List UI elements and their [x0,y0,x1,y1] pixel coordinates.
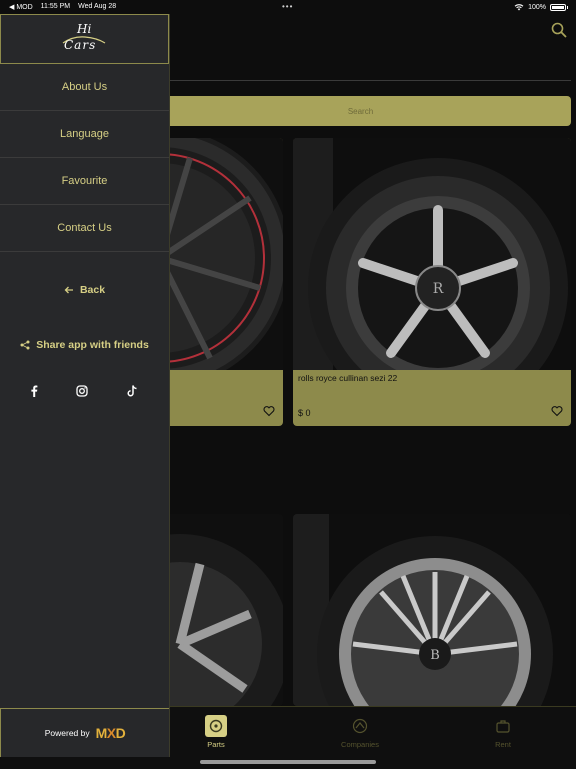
back-label: Back [79,284,106,296]
powered-by-label: Powered by [44,728,90,738]
search-icon[interactable] [551,22,567,38]
side-drawer: Hi Cars About Us Language Favourite Cont… [0,14,170,757]
multitask-dots[interactable]: ••• [282,2,293,11]
menu-label: About Us [61,81,108,93]
menu-language[interactable]: Language [0,111,169,158]
product-card[interactable]: B [293,514,571,706]
menu-label: Contact Us [57,222,112,234]
favourite-heart-icon[interactable] [263,405,275,417]
search-placeholder: Search [347,106,374,116]
battery-percent: 100% [528,3,546,11]
svg-text:R: R [433,281,444,297]
svg-text:B: B [430,648,440,663]
product-price: $ 0 [298,408,311,418]
wifi-icon [514,4,524,11]
menu-about-us[interactable]: About Us [0,64,169,111]
app-logo: Hi Cars [0,14,169,64]
menu-label: Language [60,128,109,140]
product-image: R [293,138,571,370]
companies-tab-icon [349,715,371,737]
tab-rent[interactable]: Rent [463,715,543,749]
status-date: Wed Aug 28 [78,3,117,10]
rent-tab-icon [492,715,514,737]
share-icon [20,340,30,350]
arrow-left-icon [64,286,73,294]
status-time: 11:55 PM [40,3,71,10]
mxd-logo-d: D [115,725,126,741]
instagram-icon[interactable] [75,384,89,398]
parts-tab-icon [205,715,227,737]
menu-favourite[interactable]: Favourite [0,158,169,205]
tiktok-icon[interactable] [125,384,139,398]
search-input[interactable]: Search [160,96,571,126]
product-card[interactable]: R rolls royce cullinan sezi 22 $ 0 [293,138,571,426]
tab-parts[interactable]: Parts [176,715,256,749]
back-button[interactable]: Back [0,284,169,296]
tab-companies[interactable]: Companies [320,715,400,749]
status-bar: ◀ MOD 11:55 PM Wed Aug 28 ••• 100% [0,0,576,14]
tab-label: Parts [207,740,225,749]
home-indicator[interactable] [200,760,376,764]
carrier-label: ◀ MOD [9,4,33,11]
share-label: Share app with friends [36,339,149,351]
mxd-logo-m: M [95,725,108,741]
mxd-logo-x: X [106,725,116,741]
powered-by-footer: Powered by MXD [0,708,169,757]
battery-icon [550,3,568,11]
menu-label: Favourite [61,175,108,187]
header-divider [169,80,571,81]
menu-contact-us[interactable]: Contact Us [0,205,169,252]
tab-label: Rent [495,740,511,749]
product-name: rolls royce cullinan sezi 22 [298,373,398,383]
logo-line-2: Cars [64,38,97,52]
mxd-logo[interactable]: MXD [96,725,126,741]
favourite-heart-icon[interactable] [551,405,563,417]
logo-line-1: Hi [77,22,92,36]
share-app-button[interactable]: Share app with friends [0,339,169,351]
product-image: B [293,514,571,706]
facebook-icon[interactable] [27,384,41,398]
tab-label: Companies [341,740,379,749]
